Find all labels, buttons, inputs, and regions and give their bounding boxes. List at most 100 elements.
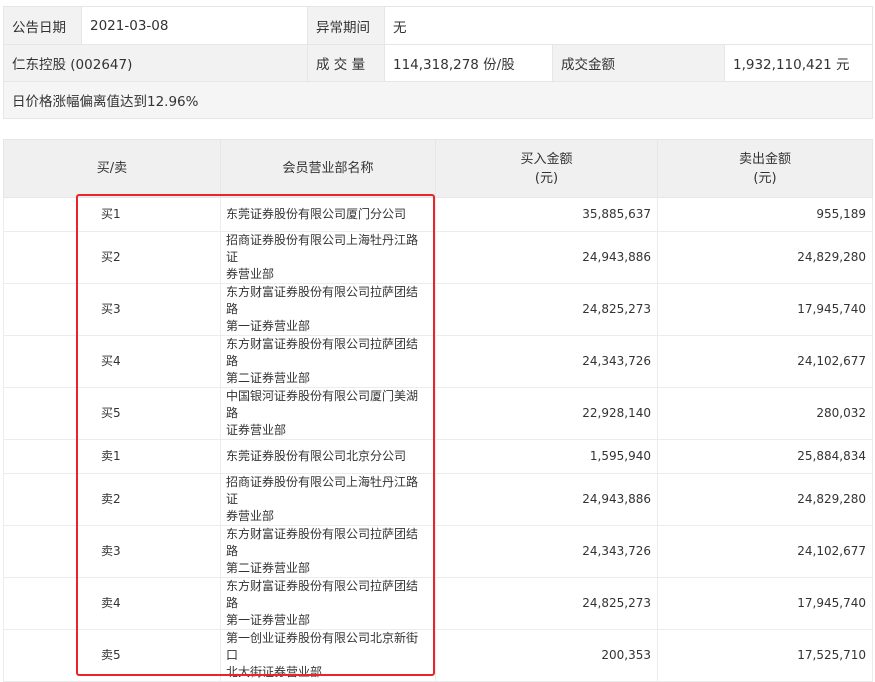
table-header-row: 买/卖 会员营业部名称 买入金额 (元) 卖出金额 (元) bbox=[3, 139, 873, 198]
branch-name-line1: 东方财富证券股份有限公司拉萨团结路 bbox=[226, 579, 419, 610]
side-label: 卖3 bbox=[101, 544, 121, 558]
side-label: 买1 bbox=[101, 207, 121, 221]
table-row: 卖5 第一创业证券股份有限公司北京新街口 北大街证券营业部 200,353 17,525… bbox=[3, 629, 873, 682]
side-label: 买2 bbox=[101, 250, 121, 264]
turnover-value: 1,932,110,421 元 bbox=[723, 44, 874, 82]
branch-name-line2: 北大街证券营业部 bbox=[226, 665, 323, 679]
sell-amount-header-unit: (元) bbox=[753, 170, 777, 186]
side-cell: 买5 bbox=[3, 387, 221, 440]
volume-value: 114,318,278 份/股 bbox=[384, 44, 553, 82]
abnormal-period-value: 无 bbox=[383, 6, 874, 45]
side-cell: 卖2 bbox=[3, 473, 221, 526]
branch-name-line1: 中国银河证券股份有限公司厦门美湖路 bbox=[226, 389, 419, 420]
table-row: 买4 东方财富证券股份有限公司拉萨团结路 第二证券营业部 24,343,726 24,1… bbox=[3, 335, 873, 388]
branch-name-line2: 证券营业部 bbox=[226, 423, 287, 437]
side-label: 卖1 bbox=[101, 449, 121, 463]
side-cell: 卖4 bbox=[3, 577, 221, 630]
info-row-date: 公告日期 2021-03-08 异常期间 无 bbox=[3, 6, 874, 45]
branch-name-line1: 招商证券股份有限公司上海牡丹江路证 bbox=[226, 233, 419, 264]
side-cell: 卖3 bbox=[3, 525, 221, 578]
buy-amount-cell: 24,343,726 bbox=[435, 525, 658, 578]
sell-amount-cell: 25,884,834 bbox=[657, 439, 873, 474]
sell-amount-cell: 24,829,280 bbox=[657, 231, 873, 284]
table-row: 买3 东方财富证券股份有限公司拉萨团结路 第一证券营业部 24,825,273 17,9… bbox=[3, 283, 873, 336]
side-label: 卖5 bbox=[101, 648, 121, 662]
branch-name-line1: 东方财富证券股份有限公司拉萨团结路 bbox=[226, 337, 419, 368]
branch-name-line2: 第一证券营业部 bbox=[226, 613, 311, 627]
trading-seats-table: 买/卖 会员营业部名称 买入金额 (元) 卖出金额 (元) 买1 东莞证券股份有限… bbox=[3, 139, 873, 682]
sell-amount-cell: 24,102,677 bbox=[657, 525, 873, 578]
table-body: 买1 东莞证券股份有限公司厦门分公司 35,885,637 955,189 买2 招商证券… bbox=[3, 197, 873, 682]
branch-name-line1: 第一创业证券股份有限公司北京新街口 bbox=[226, 631, 419, 662]
buy-amount-cell: 22,928,140 bbox=[435, 387, 658, 440]
turnover-label: 成交金额 bbox=[552, 44, 725, 82]
branch-name-line1: 东莞证券股份有限公司厦门分公司 bbox=[226, 207, 407, 221]
branch-name-cell: 招商证券股份有限公司上海牡丹江路证券营业部 bbox=[220, 231, 436, 284]
branch-name-line2: 券营业部 bbox=[226, 267, 275, 281]
buy-amount-cell: 24,943,886 bbox=[435, 231, 658, 284]
branch-name-cell: 第一创业证券股份有限公司北京新街口北大街证券营业部 bbox=[220, 629, 436, 682]
side-label: 买4 bbox=[101, 354, 121, 368]
branch-name-line1: 东方财富证券股份有限公司拉萨团结路 bbox=[226, 285, 419, 316]
side-header: 买/卖 bbox=[3, 139, 221, 198]
buy-amount-header-title: 买入金额 bbox=[520, 151, 573, 167]
sell-amount-cell: 17,945,740 bbox=[657, 577, 873, 630]
buy-amount-cell: 1,595,940 bbox=[435, 439, 658, 474]
side-label: 卖4 bbox=[101, 596, 121, 610]
branch-name-line1: 东方财富证券股份有限公司拉萨团结路 bbox=[226, 527, 419, 558]
side-cell: 卖1 bbox=[3, 439, 221, 474]
branch-name-line2: 第二证券营业部 bbox=[226, 371, 311, 385]
side-cell: 买2 bbox=[3, 231, 221, 284]
reason-text: 日价格涨幅偏离值达到12.96% bbox=[2, 81, 874, 119]
branch-name-line1: 招商证券股份有限公司上海牡丹江路证 bbox=[226, 475, 419, 506]
branch-header: 会员营业部名称 bbox=[220, 139, 436, 198]
branch-name-cell: 东方财富证券股份有限公司拉萨团结路 第一证券营业部 bbox=[220, 283, 436, 336]
announce-date-label: 公告日期 bbox=[3, 6, 82, 45]
buy-amount-cell: 24,825,273 bbox=[435, 283, 658, 336]
branch-name-line2: 第二证券营业部 bbox=[226, 561, 311, 575]
table-row: 卖3 东方财富证券股份有限公司拉萨团结路 第二证券营业部 24,343,726 24,1… bbox=[3, 525, 873, 578]
sell-amount-cell: 17,945,740 bbox=[657, 283, 873, 336]
sell-amount-cell: 24,102,677 bbox=[657, 335, 873, 388]
abnormal-period-label: 异常期间 bbox=[307, 6, 385, 45]
side-label: 买5 bbox=[101, 406, 121, 420]
side-label: 卖2 bbox=[101, 492, 121, 506]
buy-amount-cell: 24,825,273 bbox=[435, 577, 658, 630]
table-row: 买1 东莞证券股份有限公司厦门分公司 35,885,637 955,189 bbox=[3, 197, 873, 232]
info-row-stock: 仁东控股 (002647) 成 交 量 114,318,278 份/股 成交金额… bbox=[3, 44, 874, 82]
branch-name-cell: 东方财富证券股份有限公司拉萨团结路第一证券营业部 bbox=[220, 577, 436, 630]
branch-name-cell: 中国银河证券股份有限公司厦门美湖路证券营业部 bbox=[220, 387, 436, 440]
buy-amount-cell: 35,885,637 bbox=[435, 197, 658, 232]
buy-amount-cell: 24,943,886 bbox=[435, 473, 658, 526]
sell-amount-header-title: 卖出金额 bbox=[738, 151, 791, 167]
stock-info-table: 公告日期 2021-03-08 异常期间 无 仁东控股 (002647) 成 交… bbox=[2, 6, 874, 119]
sell-amount-header: 卖出金额 (元) bbox=[657, 139, 873, 198]
info-row-reason: 日价格涨幅偏离值达到12.96% bbox=[2, 81, 874, 119]
stock-name: 仁东控股 (002647) bbox=[3, 44, 308, 82]
table-row: 买5 中国银河证券股份有限公司厦门美湖路 证券营业部 22,928,140 280,03… bbox=[3, 387, 873, 440]
volume-label: 成 交 量 bbox=[307, 44, 385, 82]
side-cell: 买4 bbox=[3, 335, 221, 388]
sell-amount-cell: 280,032 bbox=[657, 387, 873, 440]
buy-amount-header-unit: (元) bbox=[534, 170, 559, 186]
announce-date-value: 2021-03-08 bbox=[81, 6, 308, 45]
sell-amount-cell: 24,829,280 bbox=[657, 473, 873, 526]
table-row: 卖1 东莞证券股份有限公司北京分公司 1,595,940 25,884,834 bbox=[3, 439, 873, 474]
branch-name-cell: 东莞证券股份有限公司北京分公司 bbox=[220, 439, 436, 474]
buy-amount-cell: 200,353 bbox=[435, 629, 658, 682]
branch-name-line2: 券营业部 bbox=[226, 509, 275, 523]
side-cell: 卖5 bbox=[3, 629, 221, 682]
table-row: 卖2 招商证券股份有限公司上海牡丹江路证 券营业部 24,943,886 24,829,… bbox=[3, 473, 873, 526]
sell-amount-cell: 955,189 bbox=[657, 197, 873, 232]
branch-name-cell: 招商证券股份有限公司上海牡丹江路证券营业部 bbox=[220, 473, 436, 526]
branch-name-cell: 东方财富证券股份有限公司拉萨团结路第二证券营业部 bbox=[220, 525, 436, 578]
side-label: 买3 bbox=[101, 302, 121, 316]
buy-amount-header: 买入金额 (元) bbox=[435, 139, 658, 198]
side-cell: 买1 bbox=[3, 197, 221, 232]
branch-name-cell: 东莞证券股份有限公司厦门分公司 bbox=[220, 197, 436, 232]
branch-name-cell: 东方财富证券股份有限公司拉萨团结路第二证券营业部 bbox=[220, 335, 436, 388]
buy-amount-cell: 24,343,726 bbox=[435, 335, 658, 388]
sell-amount-cell: 17,525,710 bbox=[657, 629, 873, 682]
table-row: 卖4 东方财富证券股份有限公司拉萨团结路 第一证券营业部 24,825,273 17,9… bbox=[3, 577, 873, 630]
table-row: 买2 招商证券股份有限公司上海牡丹江路证 券营业部 24,943,886 24,829,… bbox=[3, 231, 873, 284]
